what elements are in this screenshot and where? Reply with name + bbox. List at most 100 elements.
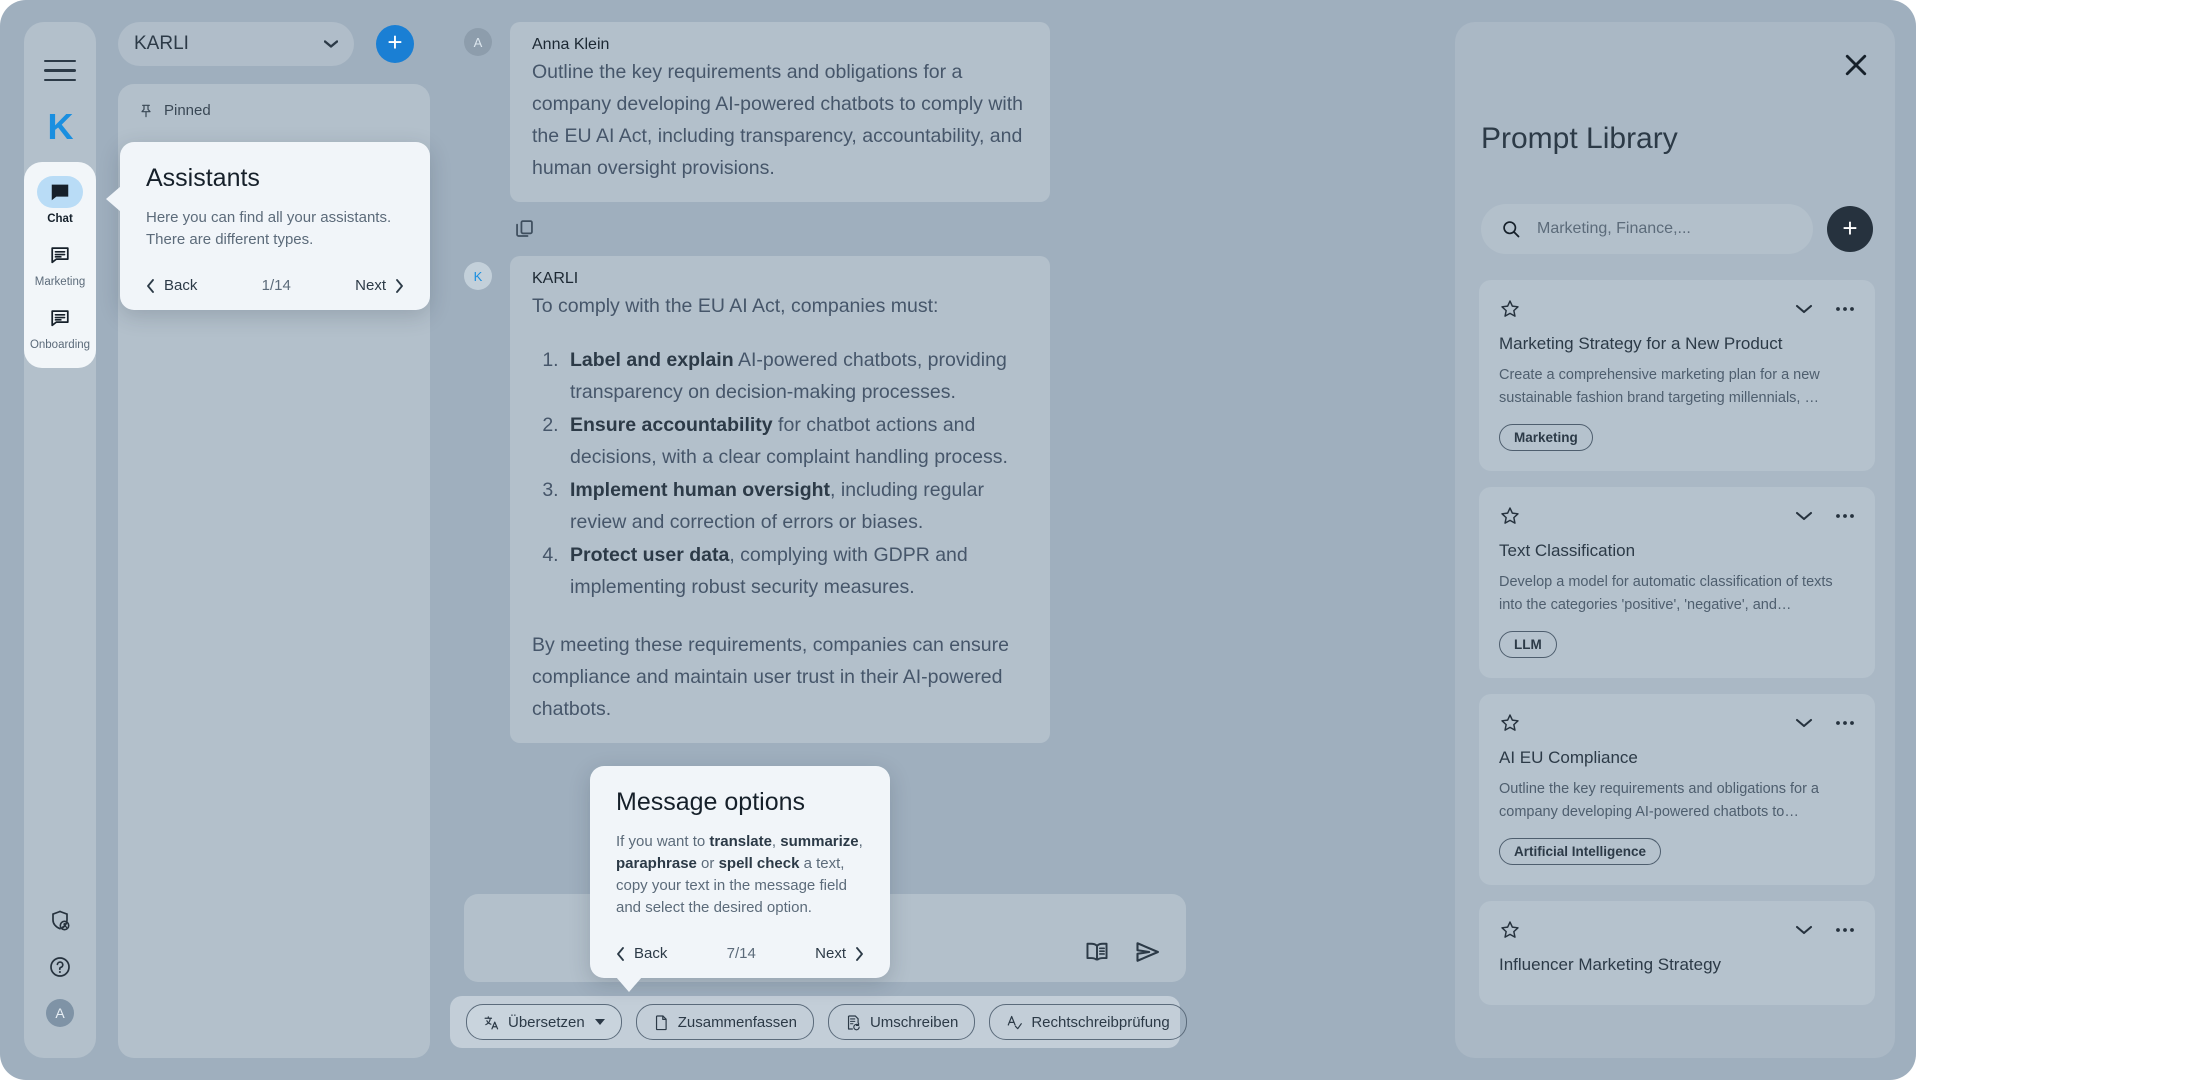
star-icon[interactable] xyxy=(1499,505,1521,527)
search-icon xyxy=(1501,219,1521,239)
coachmark-next-label: Next xyxy=(815,945,846,962)
chat-lines-icon xyxy=(49,307,71,329)
coachmark-body: If you want to translate, summarize, par… xyxy=(616,831,864,919)
coachmark-counter: 7/14 xyxy=(726,945,756,962)
coachmark-title: Message options xyxy=(616,788,806,816)
message-text: Outline the key requirements and obligat… xyxy=(532,61,1024,179)
rail-navigation: Chat Marketing Onboarding xyxy=(24,162,96,368)
coachmark-nav: Back 1/14 Next xyxy=(146,277,404,294)
prompt-search-row: + xyxy=(1481,204,1873,254)
coachmark-title: Assistants xyxy=(146,164,260,192)
sidebar-item-chat[interactable]: Chat xyxy=(24,176,96,226)
list-item-bold: Ensure accountability xyxy=(570,414,773,436)
prompt-card-title: Influencer Marketing Strategy xyxy=(1499,955,1722,974)
star-icon[interactable] xyxy=(1499,919,1521,941)
prompt-card-tag: Marketing xyxy=(1499,424,1593,451)
coachmark-next-button[interactable]: Next xyxy=(815,945,864,962)
prompt-card-list: Marketing Strategy for a New Product Cre… xyxy=(1479,280,1875,1058)
chevron-right-icon xyxy=(855,946,864,961)
tool-spellcheck-label: Rechtschreibprüfung xyxy=(1031,1013,1170,1031)
prompt-card[interactable]: Text Classification Develop a model for … xyxy=(1479,487,1875,678)
close-icon[interactable] xyxy=(1841,50,1871,80)
coachmark-nav: Back 7/14 Next xyxy=(616,945,864,962)
coachmark-tail xyxy=(616,977,642,992)
translate-icon xyxy=(483,1014,500,1031)
document-icon xyxy=(653,1014,670,1031)
coachmark-sep-2: , xyxy=(858,833,863,850)
add-prompt-button[interactable]: + xyxy=(1827,206,1873,252)
book-icon[interactable] xyxy=(1084,939,1110,965)
prompt-card[interactable]: Marketing Strategy for a New Product Cre… xyxy=(1479,280,1875,471)
message-outro: By meeting these requirements, companies… xyxy=(532,634,1009,720)
chevron-down-icon[interactable] xyxy=(1795,924,1813,936)
message-bubble: KARLI To comply with the EU AI Act, comp… xyxy=(510,256,1050,743)
sidebar-item-marketing[interactable]: Marketing xyxy=(24,239,96,289)
send-icon[interactable] xyxy=(1134,938,1162,966)
coachmark-sep-1: , xyxy=(771,833,781,850)
message-intro: To comply with the EU AI Act, companies … xyxy=(532,295,939,317)
prompt-library-panel: Prompt Library + xyxy=(1455,22,1895,1058)
prompt-card-tag: LLM xyxy=(1499,631,1557,658)
list-item: Protect user data, complying with GDPR a… xyxy=(564,539,1028,603)
rail-bottom-actions: A xyxy=(24,898,96,1036)
chevron-down-icon[interactable] xyxy=(1795,303,1813,315)
message-author: Anna Klein xyxy=(532,36,610,53)
coachmark-back-button[interactable]: Back xyxy=(616,945,667,962)
more-options-icon[interactable] xyxy=(1835,306,1855,312)
tool-summarize-label: Zusammenfassen xyxy=(677,1013,797,1031)
chevron-down-icon[interactable] xyxy=(594,1019,605,1025)
coachmark-counter: 1/14 xyxy=(261,277,291,294)
star-icon[interactable] xyxy=(1499,712,1521,734)
prompt-card-header xyxy=(1499,503,1855,529)
search-box[interactable] xyxy=(1481,204,1813,254)
prompt-card-title: Marketing Strategy for a New Product xyxy=(1499,334,1783,353)
message-ordered-list: Label and explain AI-powered chatbots, p… xyxy=(532,344,1028,603)
tool-rewrite-button[interactable]: Umschreiben xyxy=(827,1004,976,1040)
sidebar-item-marketing-label: Marketing xyxy=(34,276,86,288)
new-chat-button[interactable]: + xyxy=(376,25,414,63)
list-item: Label and explain AI-powered chatbots, p… xyxy=(564,344,1028,408)
coachmark-back-button[interactable]: Back xyxy=(146,277,197,294)
chevron-down-icon[interactable] xyxy=(1795,717,1813,729)
tool-spellcheck-button[interactable]: Rechtschreibprüfung xyxy=(989,1004,1187,1040)
spellcheck-icon xyxy=(1006,1014,1023,1031)
coachmark-sep-3: or xyxy=(696,855,719,872)
chevron-down-icon xyxy=(324,39,338,49)
search-input[interactable] xyxy=(1535,219,1793,239)
chevron-down-icon[interactable] xyxy=(1795,510,1813,522)
brand-logo: K xyxy=(47,106,74,147)
shield-user-icon-button[interactable] xyxy=(24,898,96,944)
list-item[interactable] xyxy=(118,129,430,141)
prompt-card-description: Create a comprehensive marketing plan fo… xyxy=(1499,367,1820,406)
list-item: Implement human oversight, including reg… xyxy=(564,474,1028,538)
tool-rewrite-label: Umschreiben xyxy=(869,1013,959,1031)
composer-icons xyxy=(1084,938,1162,966)
shield-user-icon xyxy=(48,909,72,933)
tool-summarize-button[interactable]: Zusammenfassen xyxy=(635,1004,814,1040)
message-actions xyxy=(514,208,1410,256)
app-window: K Chat Marketing Onboarding A KARLI + Pi… xyxy=(0,0,1916,1080)
coachmark-bold-spellcheck: spell check xyxy=(718,855,800,872)
copy-icon[interactable] xyxy=(514,218,535,239)
hamburger-menu-icon[interactable] xyxy=(44,60,76,82)
pinned-section-header: Pinned xyxy=(118,84,430,129)
help-circle-icon-button[interactable] xyxy=(24,944,96,990)
assistant-selector[interactable]: KARLI xyxy=(118,22,354,66)
tool-translate-button[interactable]: Übersetzen xyxy=(466,1004,622,1040)
sidebar-item-onboarding[interactable]: Onboarding xyxy=(24,302,96,352)
coachmark-next-button[interactable]: Next xyxy=(355,277,404,294)
prompt-card[interactable]: Influencer Marketing Strategy xyxy=(1479,901,1875,1005)
more-options-icon[interactable] xyxy=(1835,513,1855,519)
coachmark-back-label: Back xyxy=(164,277,198,294)
prompt-card-header xyxy=(1499,296,1855,322)
sidebar-item-chat-label: Chat xyxy=(47,213,73,225)
prompt-card[interactable]: AI EU Compliance Outline the key require… xyxy=(1479,694,1875,885)
page-title: Prompt Library xyxy=(1481,122,1678,155)
more-options-icon[interactable] xyxy=(1835,927,1855,933)
chevron-left-icon xyxy=(616,946,625,961)
avatar-button[interactable]: A xyxy=(24,990,96,1036)
star-icon[interactable] xyxy=(1499,298,1521,320)
avatar: A xyxy=(46,999,74,1027)
help-circle-icon xyxy=(48,955,72,979)
more-options-icon[interactable] xyxy=(1835,720,1855,726)
